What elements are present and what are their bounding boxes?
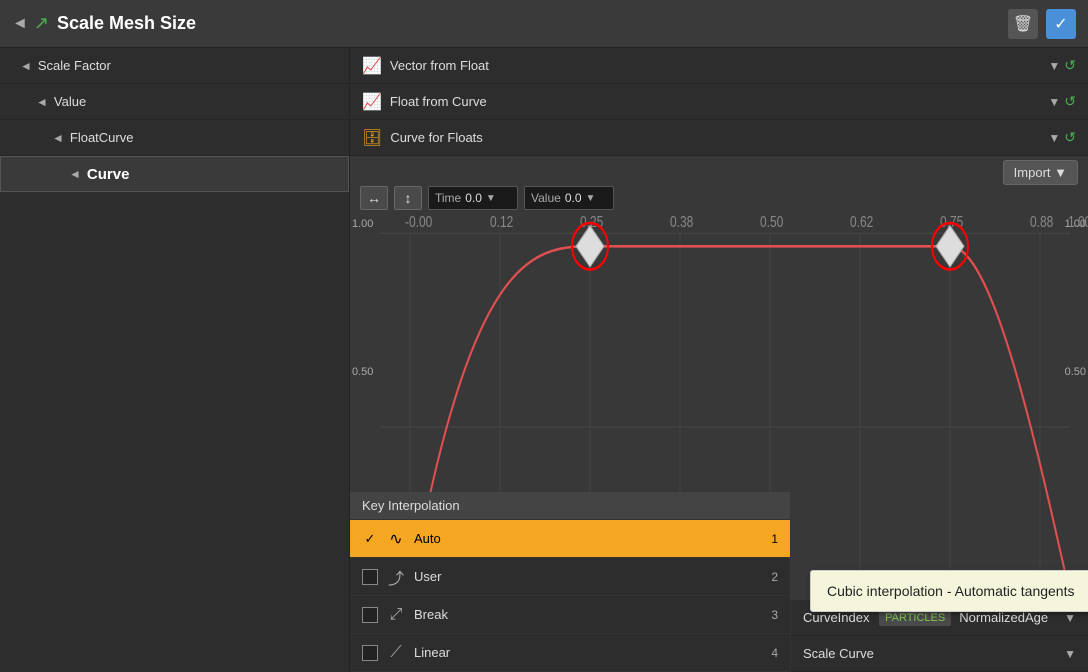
vector-float-actions: ▼ ↺ <box>1048 57 1076 74</box>
interp-label-auto: Auto <box>414 531 763 546</box>
tree-item-curve[interactable]: ◄ Curve <box>0 156 349 192</box>
float-curve-icon: 📈 <box>362 92 382 112</box>
interp-checkbox-break <box>362 607 378 623</box>
curve-floats-actions: ▼ ↺ <box>1048 129 1076 146</box>
right-row-vector-from-float[interactable]: 📈 Vector from Float ▼ ↺ <box>350 48 1088 84</box>
value-arrow: ▼ <box>586 193 596 204</box>
key-interp-header: Key Interpolation <box>350 492 790 520</box>
key-interpolation-panel: Key Interpolation ✓ ∿ Auto 1 ⤴ User 2 <box>350 492 790 672</box>
svg-text:0.12: 0.12 <box>490 212 513 230</box>
curve-floats-icon: 🗄 <box>362 128 382 148</box>
page-title: Scale Mesh Size <box>57 13 1008 34</box>
scale-curve-row: Scale Curve ▼ <box>791 636 1088 672</box>
interp-item-user[interactable]: ⤴ User 2 <box>350 558 790 596</box>
key-interp-title: Key Interpolation <box>362 498 460 513</box>
svg-text:0.62: 0.62 <box>850 212 873 230</box>
float-curve-actions: ▼ ↺ <box>1048 93 1076 110</box>
svg-text:0.38: 0.38 <box>670 212 694 230</box>
value-value: 0.0 <box>565 191 582 205</box>
value-label: Value <box>531 191 561 205</box>
tree-arrow-curve: ◄ <box>69 167 81 181</box>
dropdown-arrow-1[interactable]: ▼ <box>1048 59 1060 73</box>
confirm-button[interactable]: ✓ <box>1046 9 1076 39</box>
interp-label-linear: Linear <box>414 645 763 660</box>
import-button[interactable]: Import ▼ <box>1003 160 1078 185</box>
dropdown-arrow-3[interactable]: ▼ <box>1048 131 1060 145</box>
time-label: Time <box>435 191 461 205</box>
svg-text:0.50: 0.50 <box>760 212 784 230</box>
float-curve-label: Float from Curve <box>390 94 1048 109</box>
interp-checkbox-auto: ✓ <box>362 531 378 547</box>
curve-point-2[interactable] <box>576 226 604 267</box>
tooltip-box: Cubic interpolation - Automatic tangents <box>810 570 1088 612</box>
curve-point-3[interactable] <box>936 226 964 267</box>
interp-item-linear[interactable]: ⟋ Linear 4 <box>350 634 790 672</box>
svg-text:1.00: 1.00 <box>1068 212 1088 230</box>
break-icon: ⤢ <box>386 606 406 624</box>
delete-button[interactable]: 🗑 <box>1008 9 1038 39</box>
linear-icon: ⟋ <box>386 644 406 662</box>
fit-horiz-button[interactable]: ↔ <box>360 186 388 210</box>
svg-text:-0.00: -0.00 <box>405 212 433 230</box>
reset-btn-1[interactable]: ↺ <box>1064 57 1076 74</box>
svg-text:0.88: 0.88 <box>1030 212 1054 230</box>
right-row-float-from-curve[interactable]: 📈 Float from Curve ▼ ↺ <box>350 84 1088 120</box>
dropdown-arrow-2[interactable]: ▼ <box>1048 95 1060 109</box>
header: ◄ ↗ Scale Mesh Size 🗑 ✓ <box>0 0 1088 48</box>
tree-label-scale-factor: Scale Factor <box>38 58 111 73</box>
tooltip-text: Cubic interpolation - Automatic tangents <box>827 583 1074 599</box>
tree-label-curve: Curve <box>87 166 130 183</box>
reset-btn-2[interactable]: ↺ <box>1064 93 1076 110</box>
curve-index-label: CurveIndex <box>803 610 871 625</box>
curve-controls: ↔ ↕ Time 0.0 ▼ Value 0.0 ▼ <box>360 186 614 210</box>
curve-area[interactable]: Import ▼ ↔ ↕ Time 0.0 ▼ Value 0.0 ▼ 1.00 <box>350 156 1088 672</box>
interp-num-linear: 4 <box>771 646 778 660</box>
tree-item-floatcurve[interactable]: ◄ FloatCurve <box>0 120 349 156</box>
time-field[interactable]: Time 0.0 ▼ <box>428 186 518 210</box>
module-icon: ↗ <box>34 13 49 34</box>
interp-checkbox-user <box>362 569 378 585</box>
interp-item-auto[interactable]: ✓ ∿ Auto 1 <box>350 520 790 558</box>
tree-arrow-floatcurve: ◄ <box>52 131 64 145</box>
value-field[interactable]: Value 0.0 ▼ <box>524 186 614 210</box>
tree-item-scale-factor[interactable]: ◄ Scale Factor <box>0 48 349 84</box>
reset-btn-3[interactable]: ↺ <box>1064 129 1076 146</box>
time-value: 0.0 <box>465 191 482 205</box>
collapse-arrow[interactable]: ◄ <box>12 15 28 33</box>
tree-item-value[interactable]: ◄ Value <box>0 84 349 120</box>
curve-toolbar: Import ▼ <box>1003 160 1078 185</box>
auto-icon: ∿ <box>386 529 406 549</box>
curve-floats-label: Curve for Floats <box>390 130 1048 145</box>
main-layout: ◄ Scale Factor ◄ Value ◄ FloatCurve ◄ Cu… <box>0 48 1088 672</box>
vector-float-icon: 📈 <box>362 56 382 76</box>
tree-label-value: Value <box>54 94 86 109</box>
tree-arrow-value: ◄ <box>36 95 48 109</box>
right-panel: 📈 Vector from Float ▼ ↺ 📈 Float from Cur… <box>350 48 1088 672</box>
interp-label-break: Break <box>414 607 763 622</box>
interp-num-auto: 1 <box>771 532 778 546</box>
tree-label-floatcurve: FloatCurve <box>70 130 134 145</box>
normalized-age-value: NormalizedAge <box>959 610 1048 625</box>
vector-float-label: Vector from Float <box>390 58 1048 73</box>
right-row-curve-for-floats[interactable]: 🗄 Curve for Floats ▼ ↺ <box>350 120 1088 156</box>
time-arrow: ▼ <box>486 193 496 204</box>
interp-num-break: 3 <box>771 608 778 622</box>
row-dropdown-arrow-1[interactable]: ▼ <box>1064 611 1076 625</box>
interp-label-user: User <box>414 569 763 584</box>
header-actions: 🗑 ✓ <box>1008 9 1076 39</box>
row-dropdown-arrow-2[interactable]: ▼ <box>1064 647 1076 661</box>
user-icon: ⤴ <box>386 565 406 589</box>
interp-item-break[interactable]: ⤢ Break 3 <box>350 596 790 634</box>
fit-vert-button[interactable]: ↕ <box>394 186 422 210</box>
left-panel: ◄ Scale Factor ◄ Value ◄ FloatCurve ◄ Cu… <box>0 48 350 672</box>
interp-checkbox-linear <box>362 645 378 661</box>
interp-num-user: 2 <box>771 570 778 584</box>
tree-arrow-scale-factor: ◄ <box>20 59 32 73</box>
scale-curve-label: Scale Curve <box>803 646 1048 661</box>
